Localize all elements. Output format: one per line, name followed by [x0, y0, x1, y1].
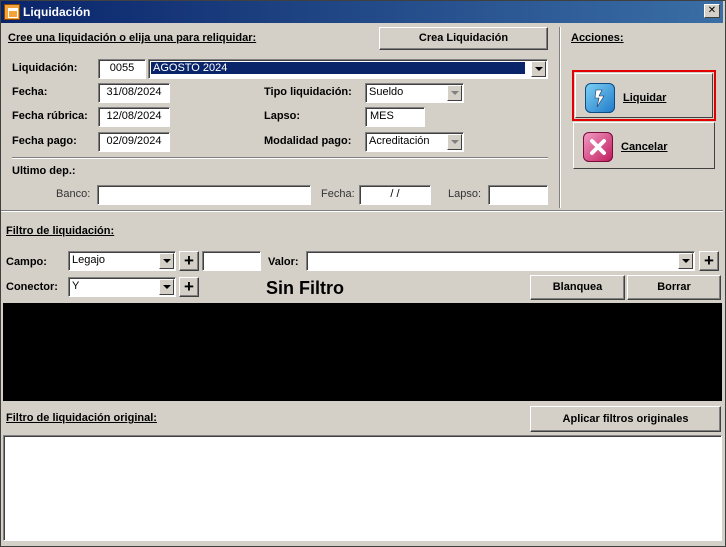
create-liquidacion-button[interactable]: Crea Liquidación — [379, 27, 548, 50]
add-campo-button[interactable]: + — [179, 251, 199, 271]
chevron-down-icon[interactable] — [159, 253, 174, 269]
window-title: Liquidación — [23, 5, 91, 19]
divider — [12, 157, 548, 159]
cancelar-button[interactable]: Cancelar — [573, 122, 715, 169]
conector-select[interactable]: Y — [68, 277, 176, 297]
lightning-icon — [585, 83, 615, 113]
tipo-liquidacion-select[interactable]: Sueldo — [365, 83, 464, 103]
chevron-down-icon[interactable] — [447, 85, 462, 101]
apply-original-filters-button[interactable]: Aplicar filtros originales — [530, 406, 721, 432]
filter-status: Sin Filtro — [266, 278, 344, 298]
valor-label: Valor: — [268, 256, 299, 268]
dep-fecha-field[interactable]: / / — [359, 185, 431, 205]
liquidacion-label: Liquidación: — [12, 62, 78, 74]
banco-field[interactable] — [97, 185, 311, 205]
liquidar-label: Liquidar — [623, 92, 667, 104]
campo-extra-field[interactable] — [202, 251, 261, 271]
lapso-label: Lapso: — [264, 110, 301, 122]
modalidad-pago-label: Modalidad pago: — [264, 135, 352, 147]
campo-select[interactable]: Legajo — [68, 251, 176, 271]
cancelar-label: Cancelar — [621, 141, 668, 153]
valor-select[interactable] — [306, 251, 695, 271]
campo-label: Campo: — [6, 256, 47, 268]
conector-value: Y — [72, 280, 80, 292]
dep-lapso-label: Lapso: — [448, 188, 482, 200]
chevron-down-icon[interactable] — [159, 279, 174, 295]
blanquea-label: Blanquea — [552, 281, 603, 293]
blanquea-button[interactable]: Blanquea — [530, 275, 625, 300]
form-heading: Cree una liquidación o elija una para re… — [8, 32, 257, 44]
liquidacion-select-value: AGOSTO 2024 — [151, 62, 525, 74]
dep-lapso-field[interactable] — [488, 185, 548, 205]
app-icon — [4, 4, 20, 20]
chevron-down-icon[interactable] — [678, 253, 693, 269]
fecha-label: Fecha: — [12, 86, 48, 98]
filter-result-panel[interactable] — [3, 303, 722, 401]
fecha-field[interactable]: 31/08/2024 — [98, 83, 170, 103]
fecha-pago-label: Fecha pago: — [12, 135, 77, 147]
liquidar-button[interactable]: Liquidar — [575, 73, 713, 118]
banco-label: Banco: — [56, 188, 91, 200]
original-filter-heading: Filtro de liquidación original: — [6, 412, 157, 424]
liquidacion-code-field[interactable]: 0055 — [98, 59, 146, 79]
title-bar[interactable]: Liquidación ✕ — [1, 1, 723, 23]
x-icon — [583, 132, 613, 162]
add-conector-button[interactable]: + — [179, 277, 199, 297]
close-button[interactable]: ✕ — [704, 4, 720, 18]
conector-label: Conector: — [6, 281, 58, 293]
modalidad-pago-value: Acreditación — [369, 135, 430, 147]
actions-heading: Acciones: — [571, 32, 624, 44]
add-valor-button[interactable]: + — [699, 251, 719, 271]
campo-value: Legajo — [72, 254, 106, 266]
fecha-rubrica-label: Fecha rúbrica: — [12, 110, 88, 122]
fecha-pago-field[interactable]: 02/09/2024 — [98, 132, 170, 152]
original-filter-textarea[interactable] — [3, 435, 722, 541]
modalidad-pago-select[interactable]: Acreditación — [365, 132, 464, 152]
create-liquidacion-label: Crea Liquidación — [418, 32, 509, 44]
ultimo-dep-label: Ultimo dep.: — [12, 165, 76, 177]
fecha-rubrica-field[interactable]: 12/08/2024 — [98, 107, 170, 127]
lapso-field[interactable]: MES — [365, 107, 425, 127]
chevron-down-icon[interactable] — [531, 61, 546, 77]
chevron-down-icon[interactable] — [447, 134, 462, 150]
dep-fecha-label: Fecha: — [321, 188, 355, 200]
vertical-divider — [559, 27, 561, 208]
filter-heading: Filtro de liquidación: — [6, 225, 115, 237]
tipo-liquidacion-value: Sueldo — [369, 86, 404, 98]
borrar-button[interactable]: Borrar — [627, 275, 721, 300]
tipo-liquidacion-label: Tipo liquidación: — [264, 86, 352, 98]
liquidacion-select[interactable]: AGOSTO 2024 — [148, 59, 548, 79]
section-divider — [1, 210, 723, 212]
apply-original-filters-label: Aplicar filtros originales — [562, 413, 689, 425]
borrar-label: Borrar — [657, 281, 691, 293]
